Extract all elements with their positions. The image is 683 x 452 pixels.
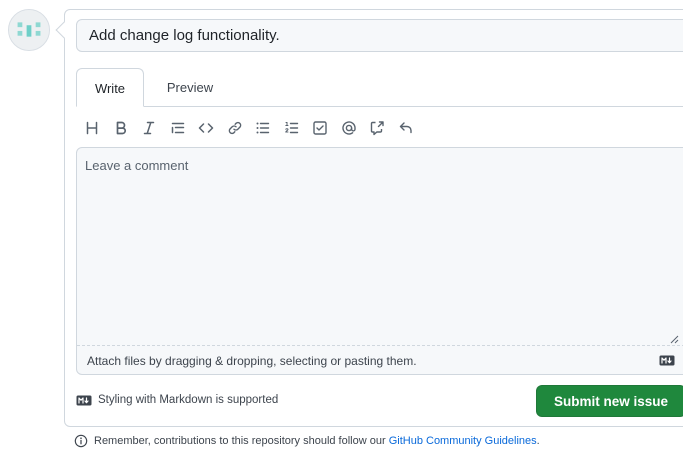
attach-files-text: Attach files by dragging & dropping, sel… [87,354,417,368]
markdown-note-text: Styling with Markdown is supported [98,394,279,406]
avatar[interactable] [8,9,50,51]
tab-write[interactable]: Write [76,68,144,107]
resize-grip-icon[interactable] [669,334,679,344]
attach-files-bar[interactable]: Attach files by dragging & dropping, sel… [77,345,683,374]
mention-icon [342,121,356,135]
comment-editor: Attach files by dragging & dropping, sel… [76,147,683,375]
footer-text: Remember, contributions to this reposito… [94,435,386,447]
mention-button[interactable] [335,116,364,140]
quote-button[interactable] [164,116,193,140]
code-icon [199,123,214,133]
cross-reference-icon [371,121,384,136]
italic-button[interactable] [135,116,164,140]
reply-button[interactable] [392,116,421,140]
task-list-button[interactable] [306,116,335,140]
code-button[interactable] [192,116,221,140]
identicon-avatar-icon [9,10,49,50]
contribution-guidelines-note: Remember, contributions to this reposito… [74,434,540,448]
markdown-icon [76,395,92,405]
footer-period: . [536,435,540,447]
markdown-icon [659,355,675,366]
submit-new-issue-button[interactable]: Submit new issue [536,385,683,417]
unordered-list-button[interactable] [249,116,278,140]
reply-icon [399,122,412,134]
heading-icon [87,121,98,135]
link-button[interactable] [221,116,250,140]
cross-reference-button[interactable] [363,116,392,140]
quote-icon [171,122,184,134]
italic-icon [144,121,155,135]
task-list-icon [313,121,327,135]
ordered-list-icon [285,122,298,134]
heading-button[interactable] [78,116,107,140]
markdown-toolbar [78,116,420,140]
info-icon [74,434,88,448]
markdown-note[interactable]: Styling with Markdown is supported [76,394,278,406]
bold-button[interactable] [107,116,136,140]
issue-title-input[interactable] [76,19,683,52]
comment-textarea[interactable] [77,148,683,345]
bold-icon [116,121,126,135]
link-icon [228,121,242,135]
tab-preview[interactable]: Preview [150,68,230,107]
unordered-list-icon [256,122,270,134]
ordered-list-button[interactable] [278,116,307,140]
community-guidelines-link[interactable]: GitHub Community Guidelines [389,435,537,447]
